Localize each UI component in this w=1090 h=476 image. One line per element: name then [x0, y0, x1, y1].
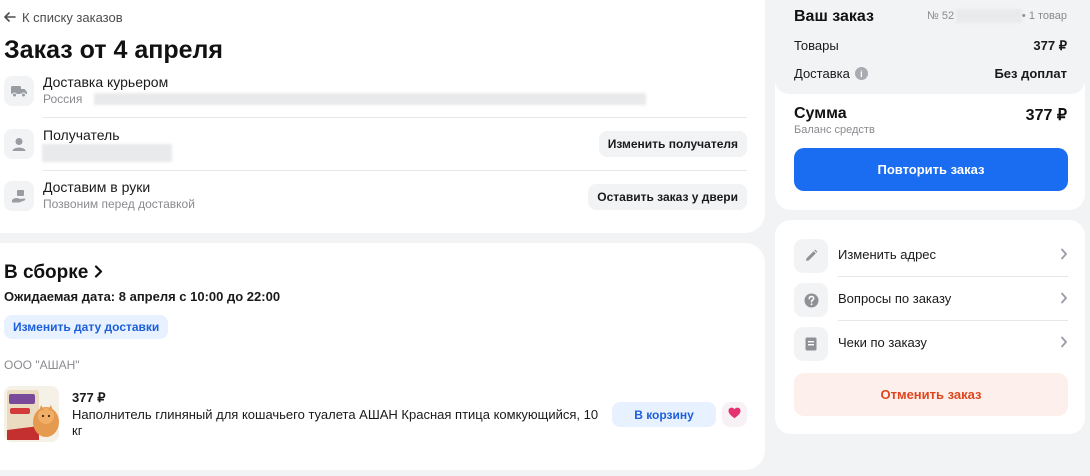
handover-subtitle: Позвоним перед доставкой — [43, 197, 195, 211]
balance-label: Баланс средств — [794, 124, 875, 136]
product-price: 377 ₽ — [72, 390, 106, 405]
order-questions-label: Вопросы по заказу — [838, 291, 952, 306]
change-address-item[interactable]: Изменить адрес — [794, 233, 1068, 277]
order-actions-card: Изменить адрес Вопросы по заказу Чеки по… — [775, 220, 1085, 434]
delivery-method-title: Доставка курьером — [43, 74, 169, 90]
seller-name: ООО "АШАН" — [4, 358, 80, 372]
chevron-right-icon — [1060, 247, 1068, 265]
redacted-order-number — [956, 9, 1022, 23]
page-title: Заказ от 4 апреля — [4, 36, 223, 64]
pencil-icon — [794, 239, 828, 273]
change-address-label: Изменить адрес — [838, 247, 937, 262]
order-items-count: • 1 товар — [1021, 10, 1067, 22]
total-value: 377 ₽ — [1025, 107, 1067, 124]
favorite-button[interactable] — [722, 402, 747, 427]
back-to-orders-link[interactable]: К списку заказов — [4, 10, 123, 25]
order-questions-item[interactable]: Вопросы по заказу — [794, 277, 1068, 321]
chevron-right-icon — [1060, 291, 1068, 309]
order-receipts-label: Чеки по заказу — [838, 335, 927, 350]
summary-breakdown: Ваш заказ № 52 • 1 товар Товары 377 ₽ До… — [775, 0, 1085, 94]
change-recipient-button[interactable]: Изменить получателя — [598, 131, 747, 157]
recipient-title: Получатель — [43, 127, 120, 143]
assembly-status-link[interactable]: В сборке — [4, 262, 103, 284]
order-receipts-item[interactable]: Чеки по заказу — [794, 321, 1068, 365]
product-image[interactable] — [4, 386, 59, 442]
order-details-card: К списку заказов Заказ от 4 апреля Доста… — [0, 0, 765, 233]
goods-label: Товары — [794, 38, 839, 53]
divider — [43, 170, 747, 171]
divider — [43, 117, 747, 118]
receipt-icon — [794, 327, 828, 361]
order-summary-card: Ваш заказ № 52 • 1 товар Товары 377 ₽ До… — [775, 0, 1085, 210]
order-number: № 52 — [927, 10, 955, 22]
delivery-label: Доставка i — [794, 66, 868, 81]
expected-delivery-date: Ожидаемая дата: 8 апреля с 10:00 до 22:0… — [4, 289, 281, 304]
delivery-value: Без доплат — [994, 66, 1067, 81]
handover-row: Доставим в руки Позвоним перед доставкой… — [4, 177, 747, 217]
goods-value: 377 ₽ — [1033, 38, 1067, 53]
delivery-method-row: Доставка курьером Россия — [4, 72, 747, 118]
question-icon — [794, 283, 828, 317]
info-icon[interactable]: i — [854, 67, 868, 80]
chevron-right-icon — [1060, 335, 1068, 353]
repeat-order-button[interactable]: Повторить заказ — [794, 148, 1068, 191]
arrow-left-icon — [4, 10, 16, 25]
assembly-status-title: В сборке — [4, 262, 89, 283]
redacted-address — [94, 93, 646, 105]
redacted-recipient — [42, 144, 172, 162]
recipient-row: Получатель Изменить получателя — [4, 125, 747, 171]
heart-icon — [728, 406, 741, 424]
add-to-cart-button[interactable]: В корзину — [612, 402, 716, 427]
change-delivery-date-button[interactable]: Изменить дату доставки — [4, 315, 169, 339]
cancel-order-button[interactable]: Отменить заказ — [794, 373, 1068, 416]
delivery-address: Россия — [43, 92, 82, 106]
hand-delivery-icon — [4, 181, 34, 211]
chevron-right-icon — [94, 262, 103, 284]
summary-title: Ваш заказ — [794, 8, 874, 25]
leave-at-door-button[interactable]: Оставить заказ у двери — [588, 184, 747, 210]
back-link-label: К списку заказов — [22, 10, 123, 25]
user-icon — [4, 129, 34, 159]
product-name[interactable]: Наполнитель глиняный для кошачьего туале… — [72, 407, 602, 439]
truck-icon — [4, 76, 34, 106]
goods-label-text: Товары — [794, 38, 839, 53]
delivery-country: Россия — [43, 92, 83, 106]
delivery-label-text: Доставка — [794, 66, 850, 81]
handover-title: Доставим в руки — [43, 179, 151, 195]
total-label: Сумма — [794, 105, 847, 122]
